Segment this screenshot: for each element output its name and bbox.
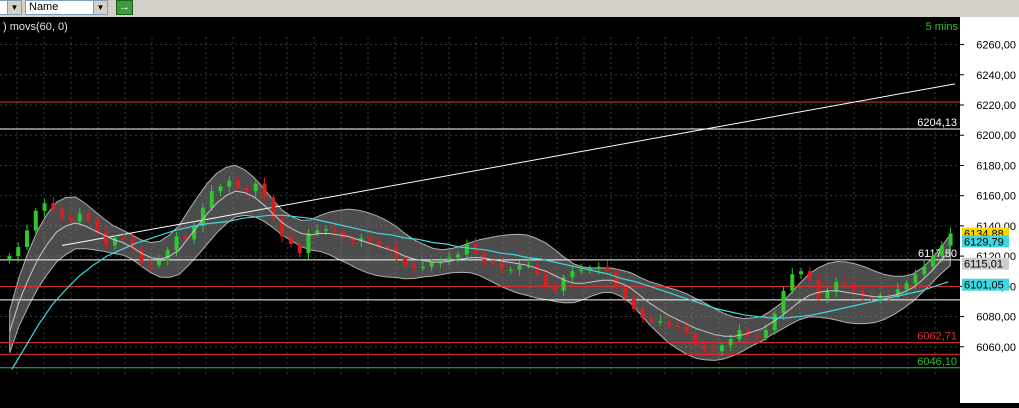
name-dropdown-value: Name — [29, 1, 59, 13]
price-tag: 6129,79 — [962, 235, 1009, 248]
timeframe-label: 5 mins — [926, 21, 959, 33]
axis-tick-label: 6220,00 — [976, 100, 1016, 112]
level-label: 6204,13 — [917, 117, 957, 129]
axis-tick-label: 6260,00 — [976, 40, 1016, 52]
level-label: 6117,50 — [918, 248, 957, 260]
level-label: 6062,71 — [917, 331, 957, 343]
arrow-right-icon: → — [119, 1, 130, 13]
axis-tick-label: 6180,00 — [976, 160, 1016, 172]
chart-canvas[interactable]: 6204,13 6117,50 6062,71 6046,10 6260,00 6240… — [0, 17, 1019, 403]
price-tag: 6115,01 — [962, 257, 1009, 271]
price-chart[interactable]: 6204,13 6117,50 6062,71 6046,10 6260,00 6240… — [0, 17, 1019, 403]
price-tag-label: 6129,79 — [964, 236, 1004, 248]
go-button[interactable]: → — [116, 0, 133, 15]
price-tag: 6101,05 — [962, 278, 1009, 292]
axis-tick-label: 6160,00 — [976, 191, 1016, 203]
symbol-dropdown[interactable]: ▼ — [0, 0, 22, 15]
axis-tick-label: 6080,00 — [976, 312, 1016, 324]
axis-tick-label: 6200,00 — [976, 130, 1016, 142]
chevron-down-icon: ▼ — [7, 1, 21, 14]
price-tag-label: 6115,01 — [964, 259, 1003, 271]
level-label: 6046,10 — [917, 356, 957, 368]
toolbar: ▼ Name ▼ → — [0, 0, 1019, 18]
indicator-label: ) movs(60, 0) — [3, 21, 68, 33]
price-axis[interactable]: 6260,00 6240,00 6220,00 6200,00 6180,00 6160,… — [960, 17, 1019, 403]
axis-tick-label: 6060,00 — [976, 342, 1016, 354]
chevron-down-icon: ▼ — [93, 1, 107, 14]
name-dropdown[interactable]: Name ▼ — [25, 0, 108, 15]
axis-tick-label: 6240,00 — [976, 70, 1016, 82]
price-tag-label: 6101,05 — [964, 280, 1004, 292]
